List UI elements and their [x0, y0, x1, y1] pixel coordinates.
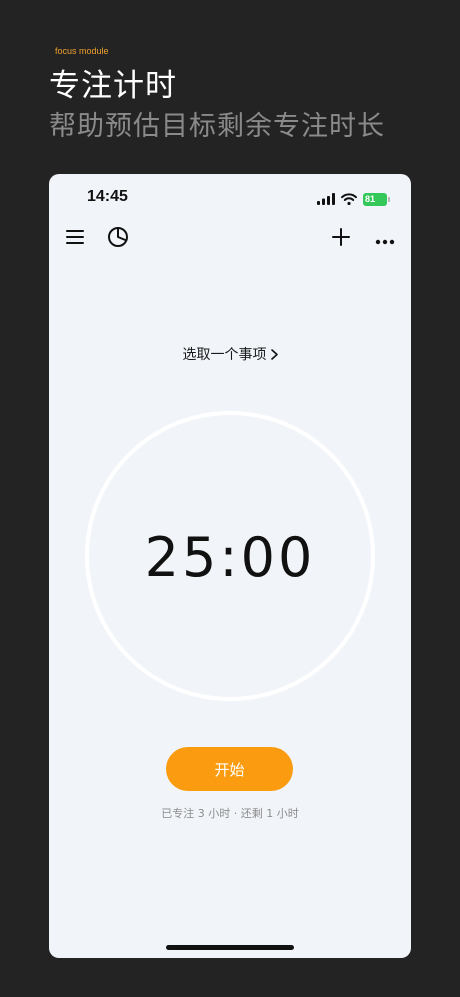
- menu-icon: [66, 229, 84, 249]
- more-icon: [375, 230, 395, 249]
- status-icons: 81: [317, 190, 390, 209]
- status-time: 14:45: [87, 188, 128, 205]
- timer-minutes: 25: [144, 526, 220, 589]
- start-button[interactable]: 开始: [166, 747, 293, 791]
- timer-separator: :: [219, 526, 241, 589]
- promo-subtitle: 帮助预估目标剩余专注时长: [49, 111, 385, 142]
- status-bar: 14:45 81: [49, 174, 411, 220]
- wifi-icon: [341, 190, 357, 209]
- promo-title: 专注计时: [49, 68, 177, 104]
- task-selector[interactable]: 选取一个事项: [49, 344, 411, 364]
- home-indicator[interactable]: [166, 945, 294, 950]
- pie-chart-icon: [107, 226, 129, 252]
- plus-icon: [332, 228, 350, 250]
- task-selector-label: 选取一个事项: [182, 347, 267, 363]
- promo-tag: focus module: [55, 46, 109, 56]
- signal-icon: [317, 190, 335, 209]
- timer-display: 25:00: [49, 528, 411, 588]
- add-button[interactable]: [326, 224, 356, 254]
- chevron-right-icon: [270, 348, 278, 364]
- focus-summary: 已专注 3 小时 · 还剩 1 小时: [161, 807, 299, 820]
- menu-button[interactable]: [60, 224, 90, 254]
- phone-screen: 14:45 81 选取一个事项 25:00 开始 已专注 3 小时 · 还剩 1…: [49, 174, 411, 958]
- more-button[interactable]: [370, 224, 400, 254]
- battery-icon: 81: [363, 193, 390, 206]
- statistics-button[interactable]: [103, 224, 133, 254]
- timer-seconds: 00: [240, 526, 316, 589]
